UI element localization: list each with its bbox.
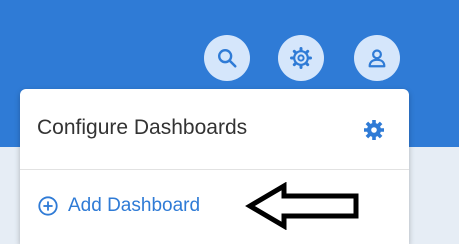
menu-title: Configure Dashboards (37, 116, 248, 139)
add-dashboard-label: Add Dashboard (68, 195, 201, 216)
menu-divider (20, 169, 409, 170)
search-icon (218, 49, 237, 68)
plus-circle-icon (38, 196, 58, 216)
arrow-left-icon (245, 182, 359, 230)
gear-icon (290, 47, 312, 69)
user-icon (368, 49, 386, 68)
gear-icon (364, 120, 384, 140)
settings-button[interactable] (278, 35, 324, 81)
add-dashboard-button[interactable]: Add Dashboard (37, 194, 200, 218)
configure-dashboards-button[interactable] (361, 117, 387, 143)
user-button[interactable] (354, 35, 400, 81)
search-button[interactable] (204, 35, 250, 81)
